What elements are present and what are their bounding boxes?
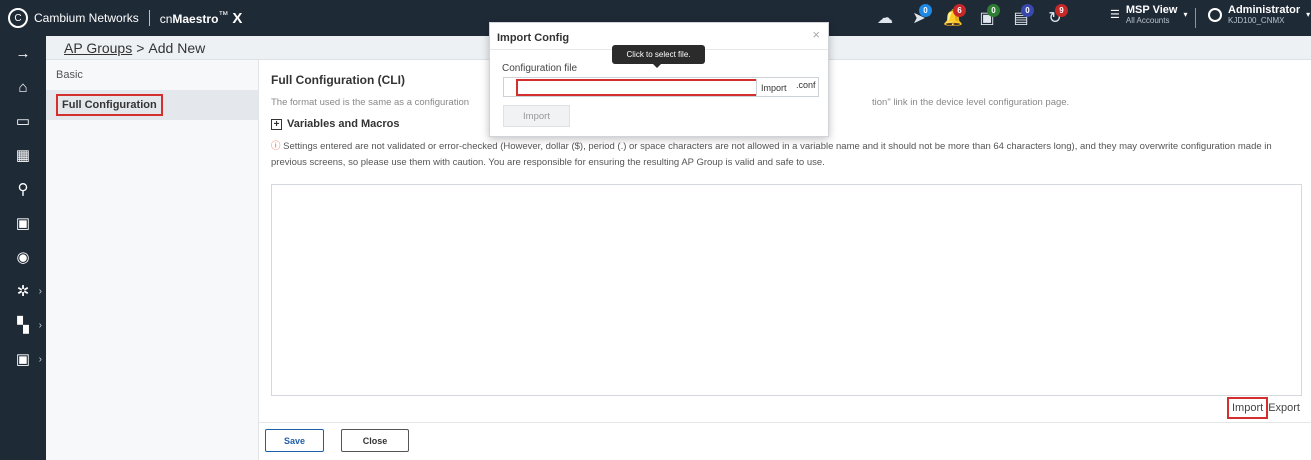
modal-import-button[interactable]: Import <box>503 105 570 127</box>
topbar-divider <box>1195 8 1196 28</box>
tools-icon[interactable]: ▣ › <box>0 342 46 376</box>
warning-circle-icon: ⓘ <box>271 141 281 152</box>
import-export-links: Import Export <box>1227 397 1300 419</box>
variables-macros-label: Variables and Macros <box>287 118 400 130</box>
notification-badge: 0 <box>919 4 932 17</box>
save-button[interactable]: Save <box>265 429 324 452</box>
notification-badge: 6 <box>953 4 966 17</box>
cli-config-editor[interactable] <box>271 184 1302 396</box>
expand-arrow-icon[interactable]: → <box>0 36 46 70</box>
warning-text: ⓘ Settings entered are not validated or … <box>271 139 1301 171</box>
configuration-file-label: Configuration file <box>502 63 578 74</box>
subnav-item-basic[interactable]: Basic <box>46 60 258 90</box>
monitor-icon[interactable]: ▭ <box>0 104 46 138</box>
notification-badge: 0 <box>1021 4 1034 17</box>
close-button[interactable]: Close <box>341 429 409 452</box>
msp-icon: ☰ <box>1110 9 1120 21</box>
subnav-item-label: Basic <box>56 69 83 81</box>
cloud-icon[interactable]: ☁ <box>868 0 902 36</box>
apps-icon[interactable]: ▚ › <box>0 308 46 342</box>
chevron-right-icon: › <box>38 353 42 365</box>
cloud-icon-glyph: ☁ <box>877 10 893 27</box>
warning-message: Settings entered are not validated or er… <box>271 141 1272 168</box>
modal-title: Import Config <box>497 32 570 44</box>
import-link[interactable]: Import <box>1227 397 1269 419</box>
product-tm: ™ <box>218 10 229 21</box>
left-nav: → ⌂ ▭ ▦ ⚲ ▣ ◉ ✲ › ▚ › ▣ › <box>0 36 46 460</box>
section-title: Full Configuration (CLI) <box>271 73 405 87</box>
top-icons: ☁ ➤ 0 🔔 6 ▣ 0 ▤ 0 ↻ 9 <box>868 0 1072 36</box>
brand[interactable]: C Cambium Networks cnMaestro™ X <box>8 0 242 36</box>
map-pin-icon[interactable]: ⚲ <box>0 172 46 206</box>
settings-gear-icon[interactable]: ✲ › <box>0 274 46 308</box>
chevron-right-icon: › <box>38 285 42 297</box>
footer-divider <box>259 422 1311 423</box>
msp-subtitle: All Accounts <box>1125 16 1170 25</box>
device-icon[interactable]: ▣ <box>0 206 46 240</box>
tooltip: Click to select file. <box>612 45 705 68</box>
device-icon[interactable]: ▣ 0 <box>970 0 1004 36</box>
brand-divider <box>148 10 150 26</box>
msp-title: MSP View <box>1125 4 1178 16</box>
subnav-item-full-configuration[interactable]: Full Configuration <box>46 90 258 120</box>
chevron-down-icon: ▾ <box>1306 10 1311 19</box>
file-import-button[interactable]: Import <box>756 79 791 96</box>
sync-icon[interactable]: ↻ 9 <box>1038 0 1072 36</box>
config-subnav: Basic Full Configuration <box>46 60 259 460</box>
chevron-down-icon: ▾ <box>1183 10 1188 19</box>
access-point-icon[interactable]: ➤ 0 <box>902 0 936 36</box>
plus-square-icon: + <box>271 118 282 130</box>
admin-menu[interactable]: Administrator KJD100_CNMX ▾ <box>1208 4 1310 25</box>
alarm-bell-icon[interactable]: 🔔 6 <box>936 0 970 36</box>
product-main: Maestro <box>172 12 219 26</box>
breadcrumb-separator: > <box>136 39 145 56</box>
brand-name: Cambium Networks <box>34 11 139 25</box>
home-icon[interactable]: ⌂ <box>0 70 46 104</box>
export-link[interactable]: Export <box>1268 402 1300 414</box>
description-right: tion" link in the device level configura… <box>872 97 1070 108</box>
variables-macros-toggle[interactable]: + Variables and Macros <box>271 118 400 130</box>
breadcrumb-ap-groups-link[interactable]: AP Groups <box>64 40 132 56</box>
msp-view-selector[interactable]: ☰ MSP View All Accounts ▾ <box>1110 4 1187 25</box>
product-prefix: cn <box>159 12 173 26</box>
notification-badge: 0 <box>987 4 1000 17</box>
breadcrumb-current: Add New <box>148 39 206 56</box>
subnav-item-label: Full Configuration <box>56 94 163 116</box>
terminal-icon[interactable]: ▤ 0 <box>1004 0 1038 36</box>
file-extension: .conf <box>796 80 816 90</box>
chevron-right-icon: › <box>38 319 42 331</box>
product-name: cnMaestro™ <box>160 10 229 26</box>
file-input[interactable] <box>516 79 780 96</box>
wifi-user-icon[interactable]: ◉ <box>0 240 46 274</box>
grid-icon[interactable]: ▦ <box>0 138 46 172</box>
user-avatar-icon <box>1208 7 1222 22</box>
file-picker: Import .conf <box>503 77 819 97</box>
admin-subtitle: KJD100_CNMX <box>1228 16 1285 25</box>
import-config-modal: Import Config × Configuration file Impor… <box>489 22 829 137</box>
product-x: X <box>232 9 243 27</box>
admin-title: Administrator <box>1228 4 1301 16</box>
cambium-logo-icon: C <box>8 8 28 28</box>
notification-badge: 9 <box>1055 4 1068 17</box>
close-icon[interactable]: × <box>812 27 820 42</box>
